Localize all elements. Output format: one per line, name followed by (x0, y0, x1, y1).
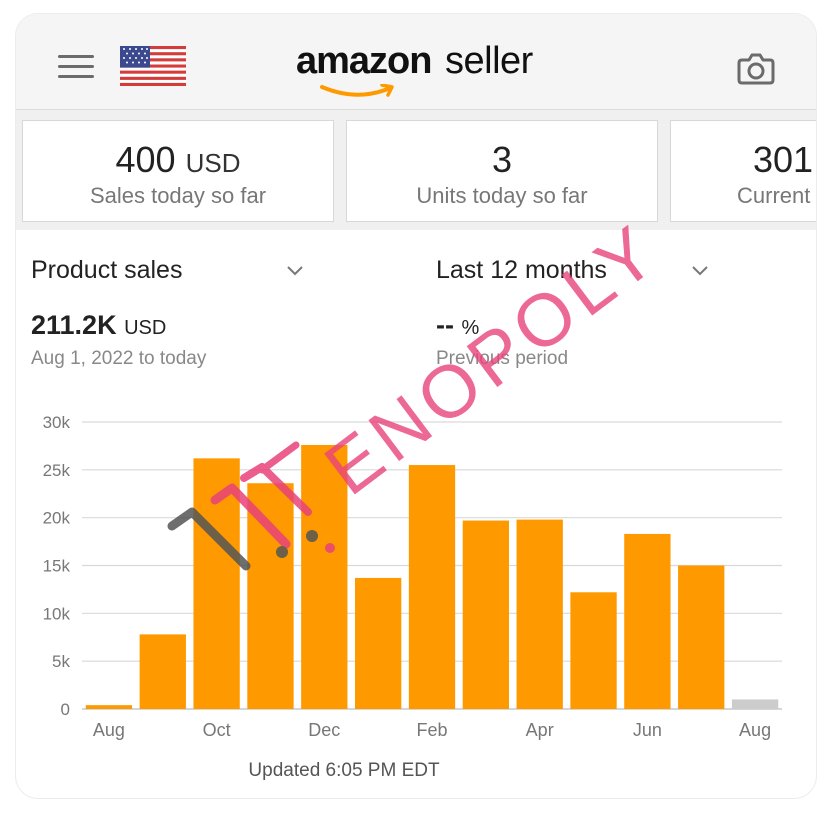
hamburger-menu-icon[interactable] (58, 52, 94, 80)
x-tick-label: Aug (739, 720, 771, 740)
x-tick-label: Dec (308, 720, 340, 740)
y-tick-label: 25k (43, 461, 71, 480)
bar[interactable] (731, 699, 779, 709)
bar[interactable] (678, 565, 725, 710)
units-today-card[interactable]: 3 Units today so far (346, 120, 658, 222)
total-sales-value: 211.2K USD (31, 310, 167, 340)
app-screen: amazon seller 400 USD Sales today so far… (16, 14, 816, 798)
x-tick-label: Aug (93, 720, 125, 740)
x-tick-label: Apr (526, 720, 554, 740)
bar[interactable] (516, 519, 563, 709)
period-dropdown[interactable]: Last 12 months (436, 250, 716, 290)
current-value: 301 (753, 139, 814, 180)
bar[interactable] (301, 444, 348, 709)
amazon-seller-logo: amazon seller (296, 40, 556, 100)
date-range-label: Aug 1, 2022 to today (31, 348, 207, 369)
bar[interactable] (408, 465, 456, 709)
x-tick-label: Jun (633, 720, 662, 740)
x-tick-label: Oct (203, 720, 231, 740)
bar[interactable] (193, 458, 240, 709)
y-tick-label: 5k (52, 652, 70, 671)
bar[interactable] (247, 483, 294, 709)
y-tick-label: 0 (61, 700, 70, 719)
y-tick-label: 10k (43, 604, 71, 623)
period-dropdown-value: Last 12 months (436, 256, 607, 284)
sales-today-value: 400 USD (115, 139, 241, 180)
chevron-down-icon (692, 266, 708, 276)
bar[interactable] (139, 634, 186, 709)
sales-today-label: Sales today so far (89, 183, 267, 208)
bar[interactable] (355, 577, 402, 709)
sales-bar-chart: 0 5k 10k 15k 20k 25k 30k Aug Oct Dec Feb Apr Jun Aug (43, 413, 782, 740)
app-header: amazon seller (16, 14, 816, 110)
y-tick-label: 20k (43, 509, 71, 528)
logo-brand: amazon (296, 40, 432, 82)
sales-today-card[interactable]: 400 USD Sales today so far (22, 120, 334, 222)
units-today-label: Units today so far (416, 183, 588, 208)
bar[interactable] (570, 592, 617, 709)
metrics-row: 400 USD Sales today so far 3 Units today… (16, 110, 816, 230)
updated-timestamp: Updated 6:05 PM EDT (248, 760, 440, 781)
bar[interactable] (624, 533, 671, 709)
bar[interactable] (462, 520, 509, 709)
logo-product: seller (445, 40, 533, 82)
camera-icon[interactable] (736, 50, 776, 86)
amazon-smile-icon (320, 84, 394, 97)
units-today-value: 3 (491, 139, 513, 180)
current-label: Current (737, 183, 811, 208)
y-tick-label: 15k (43, 557, 71, 576)
metric-dropdown[interactable]: Product sales (31, 250, 311, 290)
x-tick-label: Feb (416, 720, 447, 740)
previous-period-label: Previous period (436, 348, 569, 369)
us-flag-icon[interactable] (120, 46, 186, 86)
current-card[interactable]: 301 Current (670, 120, 816, 222)
metric-dropdown-value: Product sales (31, 256, 183, 284)
y-tick-label: 30k (43, 413, 71, 432)
bar[interactable] (85, 705, 133, 709)
chevron-down-icon (287, 266, 303, 276)
change-value: -- % (436, 310, 480, 340)
